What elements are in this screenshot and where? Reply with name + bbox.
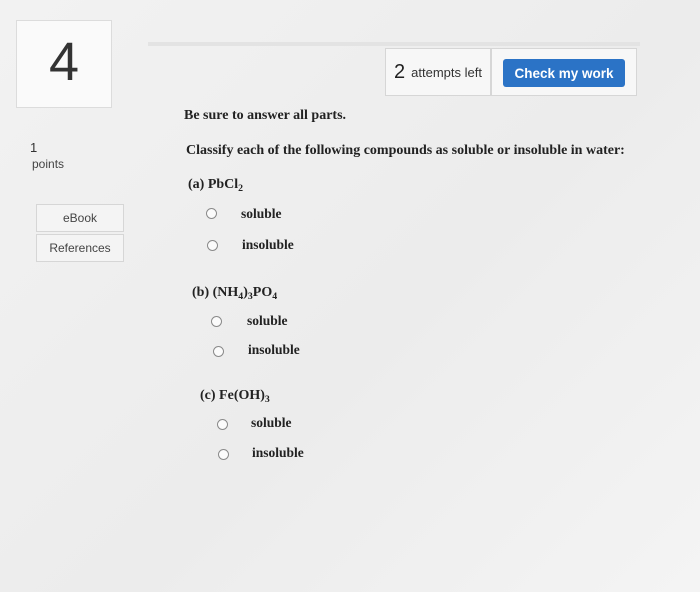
part-b-insoluble-radio[interactable]	[213, 346, 224, 357]
top-bar	[148, 42, 640, 46]
question-number: 4	[48, 32, 80, 92]
check-work-container: Check my work	[491, 48, 637, 96]
radio-button-icon[interactable]	[213, 346, 224, 357]
attempts-indicator: 2 attempts left	[385, 48, 491, 96]
radio-button-icon[interactable]	[217, 419, 228, 430]
part-b-label: (b) (NH4)3PO4	[192, 285, 278, 302]
part-a-insoluble-label: insoluble	[242, 237, 294, 252]
part-b-insoluble-label: insoluble	[248, 342, 300, 357]
radio-button-icon[interactable]	[211, 316, 222, 327]
part-c-soluble-label: soluble	[251, 415, 292, 430]
part-c-insoluble-label: insoluble	[252, 445, 304, 460]
points-value: 1	[30, 140, 38, 155]
part-c-label: (c) Fe(OH)3	[200, 388, 270, 405]
points-label: points	[32, 157, 65, 171]
check-my-work-button[interactable]: Check my work	[503, 59, 625, 87]
part-a-insoluble-radio[interactable]	[207, 240, 218, 251]
question-text: Classify each of the following compounds…	[186, 143, 625, 158]
part-c-insoluble-radio[interactable]	[218, 449, 229, 460]
part-a-soluble-label: soluble	[241, 206, 282, 221]
part-b-soluble-radio[interactable]	[211, 316, 222, 327]
part-c-soluble-radio[interactable]	[217, 419, 228, 430]
question-number-box: 4	[16, 20, 112, 108]
references-button[interactable]: References	[36, 234, 124, 262]
part-a-soluble-radio[interactable]	[206, 208, 217, 219]
radio-button-icon[interactable]	[207, 240, 218, 251]
instructions: Be sure to answer all parts.	[184, 108, 347, 123]
attempts-label: attempts left	[411, 64, 482, 80]
radio-button-icon[interactable]	[218, 449, 229, 460]
part-b-soluble-label: soluble	[247, 313, 288, 328]
attempts-count: 2	[394, 60, 406, 83]
radio-button-icon[interactable]	[206, 208, 217, 219]
part-a-label: (a) PbCl2	[188, 177, 244, 194]
ebook-button[interactable]: eBook	[36, 204, 124, 232]
